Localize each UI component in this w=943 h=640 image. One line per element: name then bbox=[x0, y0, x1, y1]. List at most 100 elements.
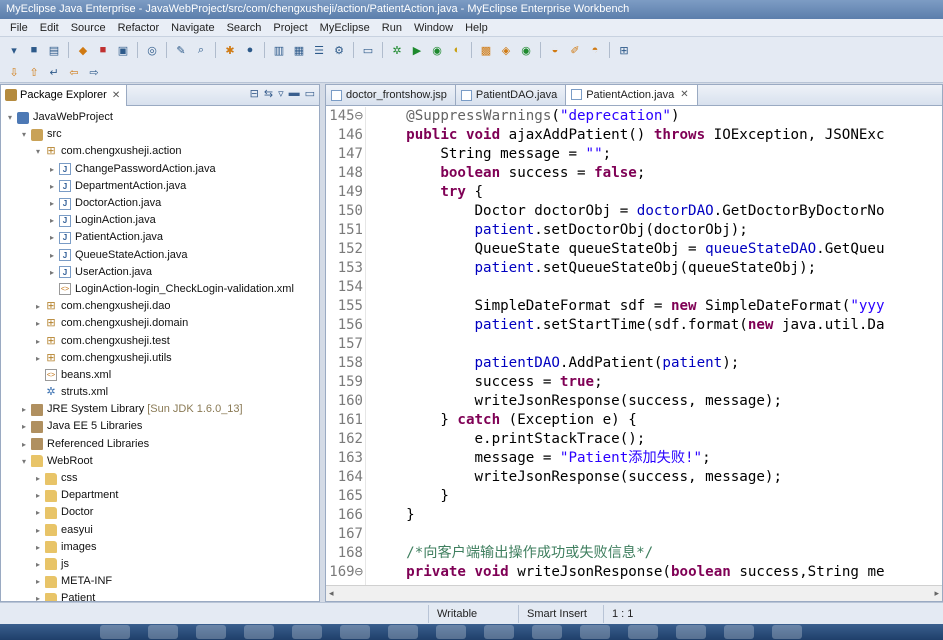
collapsed-arrow-icon[interactable]: ▸ bbox=[33, 315, 43, 332]
collapsed-arrow-icon[interactable]: ▸ bbox=[47, 195, 57, 212]
mark-icon[interactable]: ◓ bbox=[587, 42, 603, 58]
minimize-icon[interactable]: ▬ bbox=[289, 87, 300, 100]
collapsed-arrow-icon[interactable]: ▸ bbox=[47, 178, 57, 195]
collapsed-arrow-icon[interactable]: ▸ bbox=[33, 350, 43, 367]
run-icon[interactable]: ▶ bbox=[409, 42, 425, 58]
tree-item[interactable]: ▸ Patient bbox=[1, 590, 319, 601]
tree-item[interactable]: ▸ ⊞ com.chengxusheji.test bbox=[1, 332, 319, 349]
taskbar-app-button[interactable] bbox=[628, 625, 658, 639]
taskbar-app-button[interactable] bbox=[436, 625, 466, 639]
collapsed-arrow-icon[interactable]: ▸ bbox=[33, 522, 43, 539]
forward-icon[interactable]: ⇨ bbox=[86, 65, 102, 81]
menu-source[interactable]: Source bbox=[65, 22, 112, 34]
menu-window[interactable]: Window bbox=[408, 22, 459, 34]
properties-icon[interactable]: ☰ bbox=[311, 42, 327, 58]
view-menu-icon[interactable]: ▿ bbox=[278, 87, 284, 100]
taskbar-app-button[interactable] bbox=[532, 625, 562, 639]
tree-item[interactable]: ▸ J DoctorAction.java bbox=[1, 195, 319, 212]
expanded-arrow-icon[interactable]: ▾ bbox=[19, 453, 29, 470]
tree-item[interactable]: ▸ J ChangePasswordAction.java bbox=[1, 161, 319, 178]
taskbar-app-button[interactable] bbox=[484, 625, 514, 639]
tree-item[interactable]: ▸ Referenced Libraries bbox=[1, 436, 319, 453]
tree-item[interactable]: ▸ JRE System Library [Sun JDK 1.6.0_13] bbox=[1, 401, 319, 418]
menu-edit[interactable]: Edit bbox=[34, 22, 65, 34]
collapsed-arrow-icon[interactable]: ▸ bbox=[33, 487, 43, 504]
web-browser-icon[interactable]: ◎ bbox=[144, 42, 160, 58]
tree-item[interactable]: ▸ J LoginAction.java bbox=[1, 212, 319, 229]
collapsed-arrow-icon[interactable]: ▸ bbox=[19, 401, 29, 418]
tree-item[interactable]: ▸ J PatientAction.java bbox=[1, 229, 319, 246]
taskbar-app-button[interactable] bbox=[340, 625, 370, 639]
collapsed-arrow-icon[interactable]: ▸ bbox=[33, 298, 43, 315]
tree-item[interactable]: ▸ J DepartmentAction.java bbox=[1, 178, 319, 195]
collapsed-arrow-icon[interactable]: ▸ bbox=[33, 539, 43, 556]
taskbar-app-button[interactable] bbox=[388, 625, 418, 639]
collapsed-arrow-icon[interactable]: ▸ bbox=[33, 470, 43, 487]
last-edit-icon[interactable]: ↵ bbox=[46, 65, 62, 81]
new-package-icon[interactable]: ▩ bbox=[478, 42, 494, 58]
next-annotation-icon[interactable]: ⇩ bbox=[6, 65, 22, 81]
tree-item[interactable]: ▸ ⊞ com.chengxusheji.dao bbox=[1, 298, 319, 315]
collapsed-arrow-icon[interactable]: ▸ bbox=[47, 247, 57, 264]
open-type-icon[interactable]: ✎ bbox=[173, 42, 189, 58]
taskbar-app-button[interactable] bbox=[196, 625, 226, 639]
collapsed-arrow-icon[interactable]: ▸ bbox=[47, 264, 57, 281]
tree-item[interactable]: <> LoginAction-login_CheckLogin-validatio… bbox=[1, 281, 319, 298]
collapsed-arrow-icon[interactable]: ▸ bbox=[33, 556, 43, 573]
collapsed-arrow-icon[interactable]: ▸ bbox=[33, 590, 43, 601]
taskbar-app-button[interactable] bbox=[100, 625, 130, 639]
tree-item[interactable]: ▾ WebRoot bbox=[1, 453, 319, 470]
collapsed-arrow-icon[interactable]: ▸ bbox=[33, 504, 43, 521]
collapsed-arrow-icon[interactable]: ▸ bbox=[47, 212, 57, 229]
perspective-icon[interactable]: ⊞ bbox=[616, 42, 632, 58]
menu-file[interactable]: File bbox=[4, 22, 34, 34]
tree-item[interactable]: ✲ struts.xml bbox=[1, 384, 319, 401]
open-file-icon[interactable]: ▥ bbox=[271, 42, 287, 58]
collapsed-arrow-icon[interactable]: ▸ bbox=[33, 333, 43, 350]
new-class-icon[interactable]: ◈ bbox=[498, 42, 514, 58]
deploy-icon[interactable]: ■ bbox=[95, 42, 111, 58]
coverage-icon[interactable]: ◐ bbox=[449, 42, 465, 58]
run-server-icon[interactable]: ✱ bbox=[222, 42, 238, 58]
tree-item[interactable]: ▸ js bbox=[1, 556, 319, 573]
editor-tab[interactable]: PatientDAO.java bbox=[456, 85, 567, 105]
tree-item[interactable]: <> beans.xml bbox=[1, 367, 319, 384]
server-icon[interactable]: ▣ bbox=[115, 42, 131, 58]
collapsed-arrow-icon[interactable]: ▸ bbox=[19, 418, 29, 435]
tree-item[interactable]: ▸ Department bbox=[1, 487, 319, 504]
taskbar-app-button[interactable] bbox=[724, 625, 754, 639]
taskbar-app-button[interactable] bbox=[292, 625, 322, 639]
tree-item[interactable]: ▸ J UserAction.java bbox=[1, 264, 319, 281]
tree-item[interactable]: ▸ css bbox=[1, 470, 319, 487]
close-icon[interactable]: ✕ bbox=[112, 90, 120, 101]
tree-item[interactable]: ▸ images bbox=[1, 539, 319, 556]
new-wizard-icon[interactable]: ◆ bbox=[75, 42, 91, 58]
horizontal-scrollbar[interactable]: ◂ ▸ bbox=[326, 585, 942, 601]
collapsed-arrow-icon[interactable]: ▸ bbox=[19, 436, 29, 453]
menu-project[interactable]: Project bbox=[267, 22, 313, 34]
tree-item[interactable]: ▸ easyui bbox=[1, 522, 319, 539]
editor-tab[interactable]: PatientAction.java ✕ bbox=[566, 85, 698, 105]
taskbar-app-button[interactable] bbox=[580, 625, 610, 639]
taskbar-app-button[interactable] bbox=[244, 625, 274, 639]
print-icon[interactable]: ▤ bbox=[46, 42, 62, 58]
expanded-arrow-icon[interactable]: ▾ bbox=[33, 143, 43, 160]
tree-item[interactable]: ▾ src bbox=[1, 126, 319, 143]
run-external-icon[interactable]: ◉ bbox=[429, 42, 445, 58]
tree-item[interactable]: ▸ J QueueStateAction.java bbox=[1, 247, 319, 264]
tree-item[interactable]: ▸ Doctor bbox=[1, 504, 319, 521]
new-interface-icon[interactable]: ◉ bbox=[518, 42, 534, 58]
taskbar-app-button[interactable] bbox=[148, 625, 178, 639]
collapsed-arrow-icon[interactable]: ▸ bbox=[47, 161, 57, 178]
open-task-icon[interactable]: ◒ bbox=[547, 42, 563, 58]
tree-item[interactable]: ▾ ⊞ com.chengxusheji.action bbox=[1, 143, 319, 160]
menu-help[interactable]: Help bbox=[459, 22, 494, 34]
settings-icon[interactable]: ⚙ bbox=[331, 42, 347, 58]
search-icon[interactable]: ⌕ bbox=[193, 42, 209, 58]
package-explorer-tab[interactable]: Package Explorer ✕ bbox=[1, 85, 128, 106]
open-folder-icon[interactable]: ▦ bbox=[291, 42, 307, 58]
menu-run[interactable]: Run bbox=[376, 22, 408, 34]
tree-item[interactable]: ▸ ⊞ com.chengxusheji.utils bbox=[1, 350, 319, 367]
scroll-left-icon[interactable]: ◂ bbox=[329, 588, 334, 599]
new-icon[interactable]: ▾ bbox=[6, 42, 22, 58]
